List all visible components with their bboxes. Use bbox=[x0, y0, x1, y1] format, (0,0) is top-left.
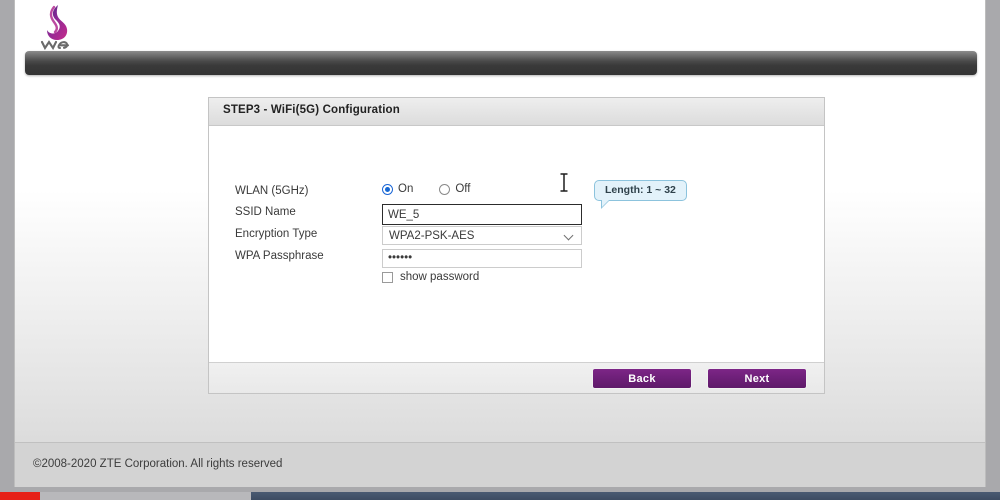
wifi-configuration-panel: STEP3 - WiFi(5G) Configuration WLAN (5GH… bbox=[208, 97, 825, 394]
passphrase-label: WPA Passphrase bbox=[235, 250, 324, 262]
encryption-select[interactable]: WPA2-PSK-AES bbox=[382, 226, 582, 245]
ssid-control bbox=[382, 204, 582, 225]
wlan-radio-off-label: Off bbox=[455, 183, 471, 195]
panel-title: STEP3 - WiFi(5G) Configuration bbox=[223, 104, 400, 116]
passphrase-input[interactable] bbox=[382, 248, 582, 268]
site-header bbox=[15, 0, 985, 51]
show-password-control: show password bbox=[382, 271, 479, 283]
ssid-length-tooltip: Length: 1 ~ 32 bbox=[594, 180, 687, 209]
wlan-label: WLAN (5GHz) bbox=[235, 185, 309, 197]
browser-viewport: STEP3 - WiFi(5G) Configuration WLAN (5GH… bbox=[14, 0, 986, 487]
ssid-label: SSID Name bbox=[235, 206, 296, 218]
encryption-label: Encryption Type bbox=[235, 228, 318, 240]
wlan-radio-off[interactable] bbox=[439, 183, 451, 195]
back-button[interactable]: Back bbox=[592, 368, 692, 389]
form-row-show-password: show password bbox=[209, 271, 824, 293]
chevron-down-icon bbox=[565, 232, 574, 241]
encryption-control: WPA2-PSK-AES bbox=[382, 226, 582, 245]
form-row-passphrase: WPA Passphrase bbox=[209, 248, 824, 270]
panel-footer: Back Next bbox=[209, 362, 824, 393]
wlan-radio-on[interactable] bbox=[382, 183, 393, 195]
copyright-footer: ©2008-2020 ZTE Corporation. All rights r… bbox=[15, 442, 985, 487]
ssid-input[interactable] bbox=[382, 204, 582, 225]
show-password-checkbox[interactable] bbox=[382, 271, 393, 283]
form-row-encryption: Encryption Type WPA2-PSK-AES bbox=[209, 226, 824, 248]
wlan-radio-group: On Off bbox=[382, 183, 470, 195]
panel-header: STEP3 - WiFi(5G) Configuration bbox=[209, 98, 824, 126]
form-row-wlan: WLAN (5GHz) On Off bbox=[209, 183, 824, 205]
show-password-label: show password bbox=[400, 271, 480, 283]
we-logo bbox=[31, 2, 83, 51]
video-scrubber-secondary[interactable] bbox=[251, 492, 1000, 500]
panel-body: WLAN (5GHz) On Off SSID Name WE_5 Encryp… bbox=[209, 126, 824, 362]
next-button[interactable]: Next bbox=[707, 368, 807, 389]
form-row-ssid: SSID Name bbox=[209, 204, 824, 226]
wlan-radio-on-label: On bbox=[398, 183, 414, 195]
video-scrubber-progress[interactable] bbox=[0, 492, 40, 500]
copyright-text: ©2008-2020 ZTE Corporation. All rights r… bbox=[33, 458, 283, 470]
passphrase-control bbox=[382, 248, 582, 268]
main-navigation-bar[interactable] bbox=[25, 51, 977, 75]
router-admin-page: STEP3 - WiFi(5G) Configuration WLAN (5GH… bbox=[15, 0, 985, 487]
encryption-selected-value: WPA2-PSK-AES bbox=[389, 230, 475, 242]
